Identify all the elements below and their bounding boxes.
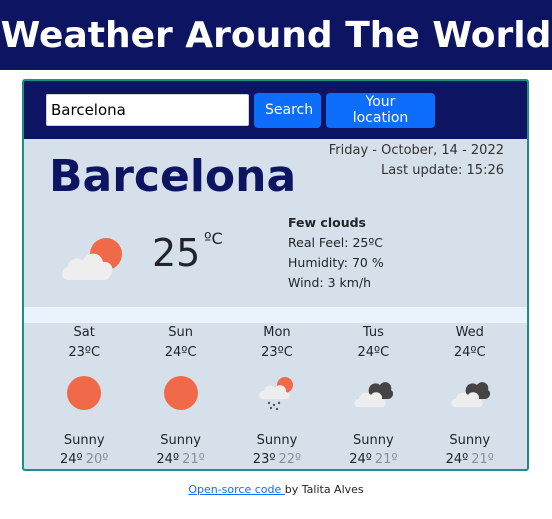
forecast-min: 22º [278,452,302,467]
forecast-description: Sunny [160,433,201,448]
forecast-day: Sat 23ºC Sunny 24º 20º [36,325,132,469]
forecast-min: 21º [182,452,205,467]
humidity: Humidity: 70 % [288,255,384,270]
forecast-max: 24º [445,452,469,467]
forecast-min: 21º [374,452,398,467]
your-location-button[interactable]: Your location [326,92,435,128]
forecast-day: Mon 23ºC Sunny 23º 22º [229,325,325,469]
weather-card: Search Your location Friday - October, 1… [22,79,529,471]
sun-icon [67,376,102,410]
weather-details: Few clouds Real Feel: 25ºC Humidity: 70 … [288,213,384,293]
forecast-row: Sat 23ºC Sunny 24º 20º Sun 24ºC Sunny 24º… [24,325,527,469]
forecast-day-name: Wed [455,325,484,340]
forecast-description: Sunny [256,433,298,448]
real-feel: Real Feel: 25ºC [288,235,383,250]
last-update: Last update: 15:26 [381,163,504,178]
forecast-description: Sunny [449,433,491,448]
forecast-minmax: 24º 21º [422,452,518,467]
forecast-description: Sunny [63,433,105,448]
search-button[interactable]: Search [254,92,321,128]
forecast-day-name: Sun [168,325,193,340]
rain-cloud-icon [259,377,293,411]
current-temperature: 25 [152,231,201,275]
forecast-minmax: 23º 22º [229,452,325,467]
divider [24,307,527,323]
footer: Open-sorce code by Talita Alves [0,483,552,496]
search-input[interactable] [46,94,249,126]
forecast-temp: 23ºC [261,345,293,360]
author-credit: by Talita Alves [284,483,364,496]
forecast-min: 20º [85,452,109,467]
temperature-unit: ºC [204,229,223,248]
forecast-max: 24º [349,452,372,467]
source-code-link[interactable]: Open-sorce code [188,483,284,496]
broken-clouds-icon [354,382,394,407]
forecast-day-name: Sat [73,325,95,340]
forecast-day: Sun 24ºC Sunny 24º 21º [132,325,228,469]
forecast-temp: 24ºC [164,345,197,360]
current-date: Friday - October, 14 - 2022 [328,143,504,158]
search-bar: Search Your location [24,81,527,139]
sun-icon [163,376,198,410]
weather-description: Few clouds [288,215,366,230]
broken-clouds-icon [451,382,490,407]
page-title: Weather Around The World [0,14,552,56]
city-name: Barcelona [49,151,297,202]
forecast-min: 21º [471,452,494,467]
wind: Wind: 3 km/h [288,275,372,290]
forecast-max: 23º [252,452,276,467]
forecast-minmax: 24º 20º [36,452,132,467]
app-header: Weather Around The World [0,0,552,70]
forecast-temp: 23ºC [68,345,101,360]
forecast-day: Wed 24ºC Sunny 24º 21º [422,325,518,469]
forecast-day-name: Tus [362,325,384,340]
forecast-day-name: Mon [263,325,291,340]
forecast-description: Sunny [353,433,394,448]
forecast-day: Tus 24ºC Sunny 24º 21º [325,325,421,469]
forecast-max: 24º [60,452,83,467]
forecast-temp: 24ºC [453,345,486,360]
forecast-minmax: 24º 21º [132,452,228,467]
forecast-max: 24º [156,452,180,467]
forecast-minmax: 24º 21º [325,452,421,467]
few-clouds-icon [62,238,122,280]
forecast-temp: 24ºC [357,345,390,360]
